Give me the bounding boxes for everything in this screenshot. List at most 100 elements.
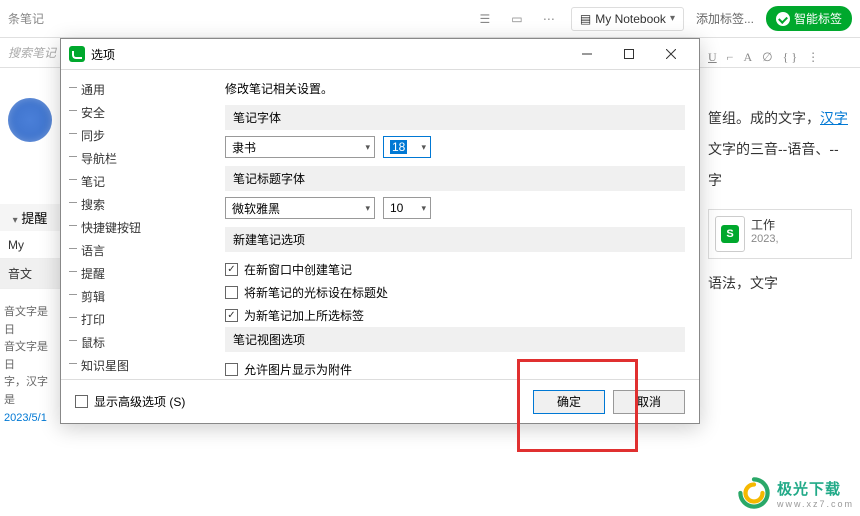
underline-icon[interactable]: U xyxy=(708,50,717,65)
advanced-label: 显示高级选项 (S) xyxy=(94,393,185,410)
category-item[interactable]: 安全 xyxy=(81,101,211,124)
file-attachment[interactable]: S 工作 2023, xyxy=(708,209,852,259)
code-icon[interactable]: { } xyxy=(783,50,798,65)
title-font-size-select[interactable]: 10 ▾ xyxy=(383,197,431,219)
notebook-selector[interactable]: ▤ My Notebook ▾ xyxy=(571,7,684,31)
chevron-down-icon: ▾ xyxy=(13,215,18,226)
smart-tag-button[interactable]: 智能标签 xyxy=(766,6,852,31)
checkbox-icon xyxy=(225,363,238,376)
preview-date: 2023/5/1 xyxy=(4,410,56,428)
category-item[interactable]: 知识星图 xyxy=(81,354,211,377)
section-header-font: 笔记字体 xyxy=(225,105,685,130)
search-placeholder[interactable]: 搜索笔记 xyxy=(8,44,56,61)
chevron-down-icon: ▾ xyxy=(421,203,426,214)
cancel-button[interactable]: 取消 xyxy=(613,390,685,414)
title-font-family-select[interactable]: 微软雅黑 ▾ xyxy=(225,197,375,219)
category-item[interactable]: 提醒 xyxy=(81,262,211,285)
ok-button[interactable]: 确定 xyxy=(533,390,605,414)
chevron-down-icon: ▾ xyxy=(365,203,370,214)
watermark-icon xyxy=(737,476,771,510)
font-size-select[interactable]: 18 ▾ xyxy=(383,136,431,158)
checkbox-label: 将新笔记的光标设在标题处 xyxy=(244,284,388,301)
category-item[interactable]: 同步 xyxy=(81,124,211,147)
category-item[interactable]: 剪辑 xyxy=(81,285,211,308)
checkbox-new-window[interactable]: 在新窗口中创建笔记 xyxy=(225,258,685,281)
checkbox-label: 允许图片显示为附件 xyxy=(244,361,352,378)
checkbox-add-tags[interactable]: 为新笔记加上所选标签 xyxy=(225,304,685,327)
chevron-down-icon: ▾ xyxy=(421,142,426,153)
preview-line: 音文字是日 xyxy=(4,304,56,339)
category-item[interactable]: 通用 xyxy=(81,78,211,101)
link[interactable]: 汉字 xyxy=(820,110,848,126)
list-item[interactable]: 音文 xyxy=(0,259,60,289)
more-format-icon[interactable]: ⋮ xyxy=(807,50,819,65)
font-family-select[interactable]: 隶书 ▾ xyxy=(225,136,375,158)
title-font-size-value: 10 xyxy=(390,201,403,215)
watermark-brand: 极光下载 xyxy=(777,481,841,498)
checkbox-icon xyxy=(225,286,238,299)
spreadsheet-icon: S xyxy=(721,225,739,243)
category-item[interactable]: 鼠标 xyxy=(81,331,211,354)
font-family-value: 隶书 xyxy=(232,139,256,156)
note-list: My 音文 xyxy=(0,232,60,289)
chevron-down-icon: ▾ xyxy=(365,142,370,153)
file-date: 2023, xyxy=(751,233,779,245)
add-tag-link[interactable]: 添加标签... xyxy=(696,10,754,27)
checkbox-icon xyxy=(225,309,238,322)
checkbox-label: 在新窗口中创建笔记 xyxy=(244,261,352,278)
editor-area: U ⌐ A ∅ { } ⋮ 筐组。成的文字，汉字 文字的三音--语音、--字 S… xyxy=(700,38,860,516)
chevron-down-icon: ▾ xyxy=(670,13,675,24)
reminder-toggle[interactable]: ▾ 提醒 xyxy=(0,204,60,231)
category-item[interactable]: 语言 xyxy=(81,239,211,262)
checkbox-label: 为新笔记加上所选标签 xyxy=(244,307,364,324)
file-name: 工作 xyxy=(751,216,779,233)
sort-icon[interactable]: ☰ xyxy=(475,9,495,29)
options-dialog: 选项 通用 安全 同步 导航栏 笔记 搜索 快捷键按钮 语言 提醒 剪辑 打印 … xyxy=(60,38,700,424)
app-logo-icon xyxy=(8,98,52,142)
font-size-value: 18 xyxy=(390,140,407,154)
note-count-label: 条笔记 xyxy=(8,10,44,27)
category-item[interactable]: 快捷键按钮 xyxy=(81,216,211,239)
file-icon: S xyxy=(715,216,745,252)
checkbox-img-attach[interactable]: 允许图片显示为附件 xyxy=(225,358,685,379)
format-toolbar: U ⌐ A ∅ { } ⋮ xyxy=(708,46,852,69)
top-toolbar: 条笔记 ☰ ▭ ⋯ ▤ My Notebook ▾ 添加标签... 智能标签 xyxy=(0,0,860,38)
notebook-icon: ▤ xyxy=(580,12,591,26)
section-header-view: 笔记视图选项 xyxy=(225,327,685,352)
advanced-options-checkbox[interactable]: 显示高级选项 (S) xyxy=(75,393,185,410)
smart-tag-icon xyxy=(776,12,790,26)
category-item[interactable]: 笔记 xyxy=(81,170,211,193)
section-header-title-font: 笔记标题字体 xyxy=(225,166,685,191)
format-icon[interactable]: ⌐ xyxy=(727,50,734,65)
dialog-titlebar: 选项 xyxy=(61,39,699,69)
dialog-footer: 显示高级选项 (S) 确定 取消 xyxy=(61,379,699,423)
note-preview: 音文字是日 音文字是日 字，汉字是 2023/5/1 xyxy=(0,300,60,431)
layout-icon[interactable]: ▭ xyxy=(507,9,527,29)
watermark: 极光下载 www.xz7.com xyxy=(737,476,854,510)
section-header-newnote: 新建笔记选项 xyxy=(225,227,685,252)
settings-panel: 修改笔记相关设置。 笔记字体 隶书 ▾ 18 ▾ 笔记标题字体 微软雅黑 ▾ xyxy=(211,70,699,379)
left-sidebar xyxy=(0,68,60,516)
reminder-label: 提醒 xyxy=(21,211,47,226)
panel-description: 修改笔记相关设置。 xyxy=(225,80,685,97)
close-button[interactable] xyxy=(651,42,691,66)
checkbox-cursor-title[interactable]: 将新笔记的光标设在标题处 xyxy=(225,281,685,304)
text-fragment: 筐组。成的文字， xyxy=(708,110,820,126)
preview-line: 音文字是日 xyxy=(4,339,56,374)
category-item[interactable]: 导航栏 xyxy=(81,147,211,170)
more-icon[interactable]: ⋯ xyxy=(539,9,559,29)
minimize-button[interactable] xyxy=(567,42,607,66)
maximize-button[interactable] xyxy=(609,42,649,66)
category-tree: 通用 安全 同步 导航栏 笔记 搜索 快捷键按钮 语言 提醒 剪辑 打印 鼠标 … xyxy=(61,70,211,379)
text-line: 语法，文字 xyxy=(708,273,852,293)
list-item[interactable]: My xyxy=(0,232,60,259)
category-item[interactable]: 搜索 xyxy=(81,193,211,216)
highlight-icon[interactable]: ∅ xyxy=(762,50,772,65)
font-color-icon[interactable]: A xyxy=(743,50,752,65)
category-item[interactable]: 打印 xyxy=(81,308,211,331)
watermark-url: www.xz7.com xyxy=(777,499,854,509)
checkbox-icon xyxy=(225,263,238,276)
note-content[interactable]: 筐组。成的文字，汉字 文字的三音--语音、--字 xyxy=(708,103,852,195)
checkbox-icon xyxy=(75,395,88,408)
text-line: 文字的三音--语音、--字 xyxy=(708,134,852,196)
